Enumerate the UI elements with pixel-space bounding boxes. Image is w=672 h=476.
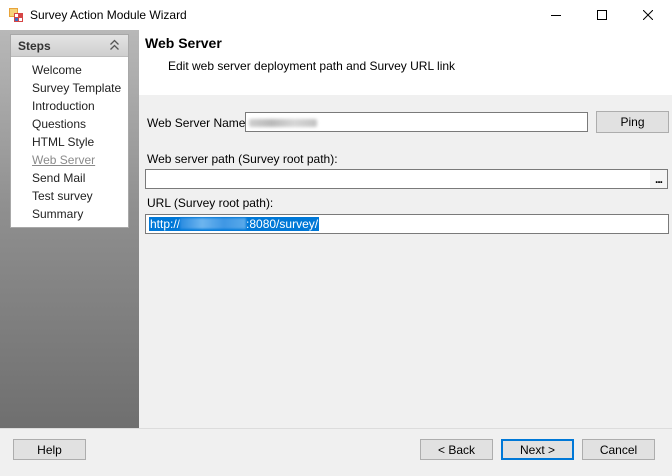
title-bar: Survey Action Module Wizard [0, 0, 672, 30]
wizard-app-icon [9, 8, 23, 22]
page-subtitle: Edit web server deployment path and Surv… [168, 59, 456, 73]
server-name-label: Web Server Name: [147, 116, 249, 130]
url-suffix: :8080/survey/ [246, 217, 319, 231]
redacted-server-name [249, 119, 317, 127]
step-item-summary[interactable]: Summary [11, 205, 128, 223]
step-item-welcome[interactable]: Welcome [11, 61, 128, 79]
steps-header[interactable]: Steps [11, 35, 128, 57]
url-prefix: http:// [150, 217, 181, 231]
browse-button[interactable]: ... [650, 169, 668, 189]
maximize-icon [597, 10, 607, 20]
next-button[interactable]: Next > [501, 439, 574, 460]
maximize-button[interactable] [579, 0, 625, 30]
server-name-input[interactable] [245, 112, 588, 132]
steps-title: Steps [18, 39, 51, 53]
step-item-send-mail[interactable]: Send Mail [11, 169, 128, 187]
step-item-introduction[interactable]: Introduction [11, 97, 128, 115]
step-item-html-style[interactable]: HTML Style [11, 133, 128, 151]
window-title: Survey Action Module Wizard [30, 8, 187, 22]
steps-list: Welcome Survey Template Introduction Que… [11, 57, 128, 223]
page-title: Web Server [145, 35, 222, 51]
close-icon [643, 10, 653, 20]
back-button[interactable]: < Back [420, 439, 493, 460]
url-input[interactable]: http:// :8080/survey/ [145, 214, 669, 234]
steps-sidebar: Steps Welcome Survey Template Introducti… [0, 30, 139, 428]
cancel-button[interactable]: Cancel [582, 439, 655, 460]
step-item-web-server[interactable]: Web Server [11, 151, 128, 169]
redacted-host [180, 218, 247, 229]
close-button[interactable] [625, 0, 671, 30]
url-selected-text: http:// :8080/survey/ [149, 217, 320, 231]
help-button[interactable]: Help [13, 439, 86, 460]
step-item-survey-template[interactable]: Survey Template [11, 79, 128, 97]
step-item-test-survey[interactable]: Test survey [11, 187, 128, 205]
ping-button[interactable]: Ping [596, 111, 669, 133]
step-item-questions[interactable]: Questions [11, 115, 128, 133]
url-label: URL (Survey root path): [147, 196, 274, 210]
page-header: Web Server Edit web server deployment pa… [139, 30, 672, 95]
minimize-icon [551, 15, 561, 16]
double-chevron-up-icon[interactable] [109, 39, 120, 51]
form-area: Web Server Name: Ping Web server path (S… [139, 95, 672, 428]
server-path-label: Web server path (Survey root path): [147, 152, 338, 166]
steps-panel: Steps Welcome Survey Template Introducti… [10, 34, 129, 228]
minimize-button[interactable] [533, 0, 579, 30]
button-bar: Help < Back Next > Cancel [0, 428, 672, 476]
server-path-input[interactable] [145, 169, 651, 189]
